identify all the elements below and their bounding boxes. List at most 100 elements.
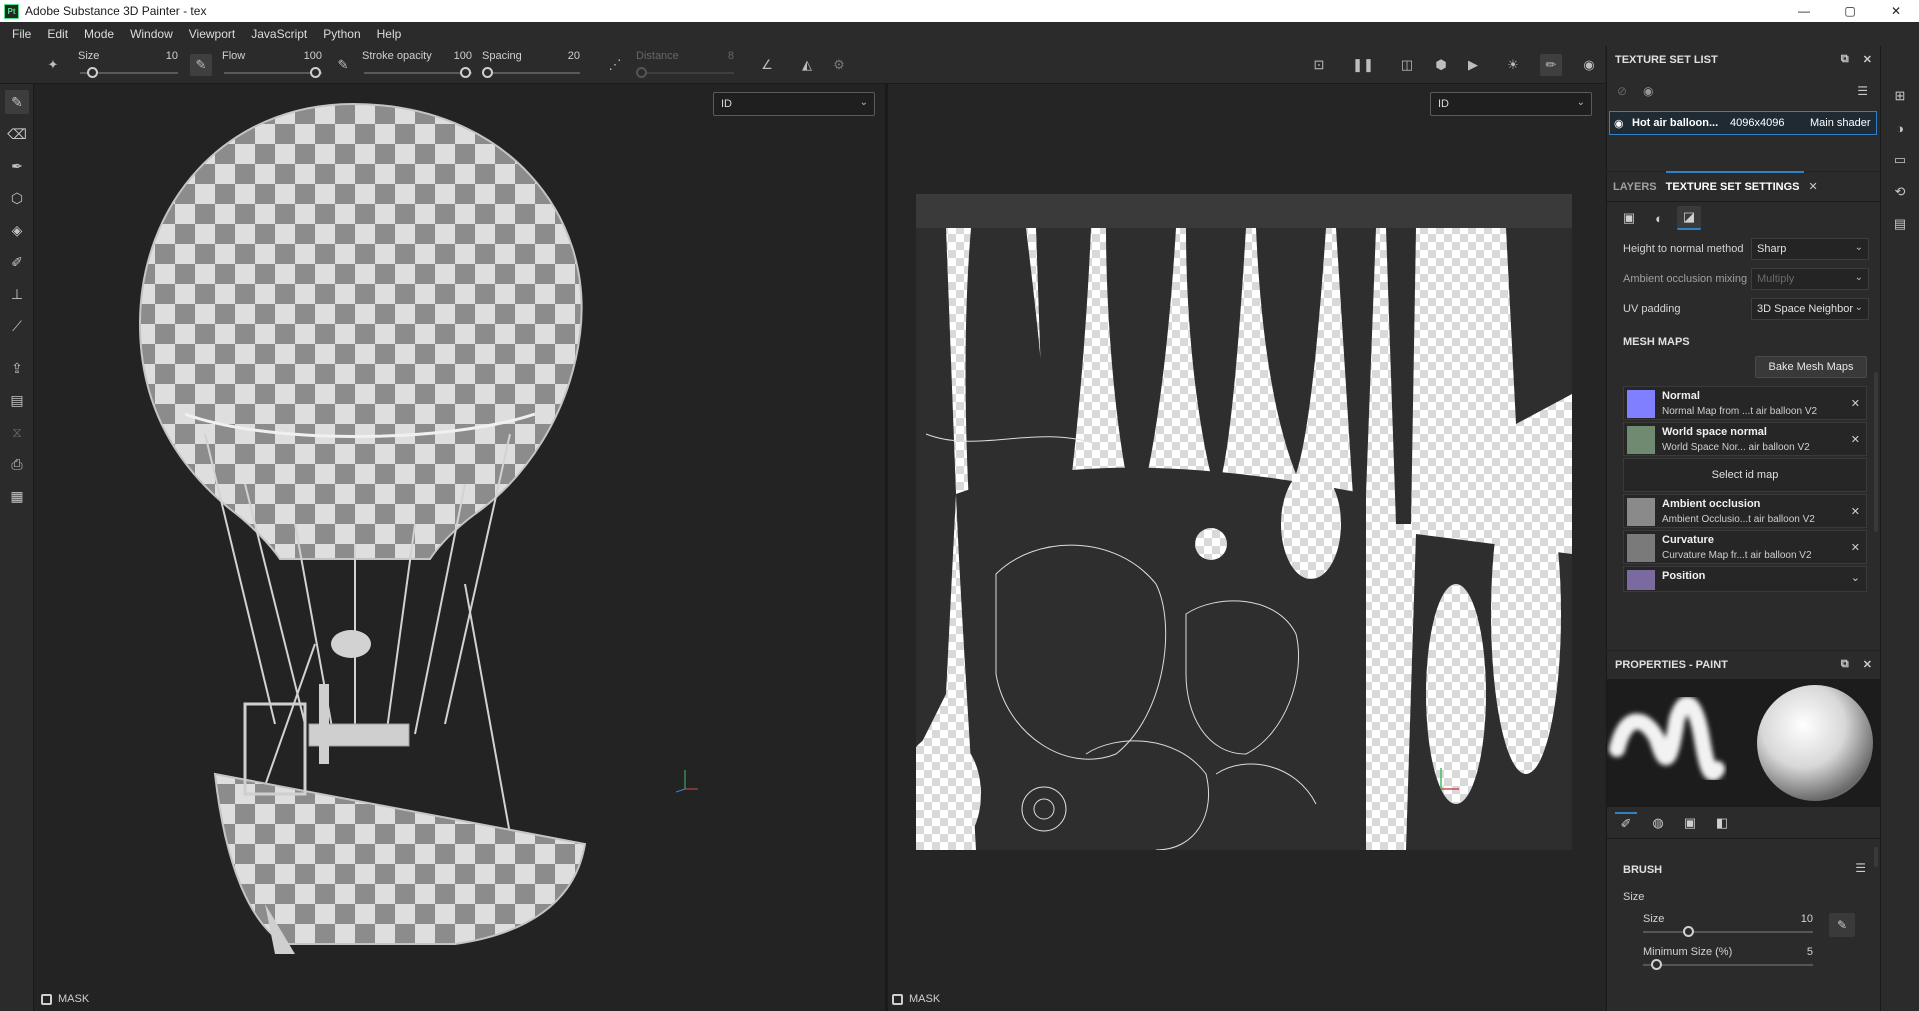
mask-checkbox-icon[interactable] bbox=[892, 993, 903, 1005]
uv-tool-icon[interactable]: ▤ bbox=[5, 388, 29, 412]
stamp-tool-icon[interactable]: ⊥ bbox=[5, 282, 29, 306]
close-panel-icon[interactable]: ✕ bbox=[1863, 658, 1872, 671]
menu-mode[interactable]: Mode bbox=[76, 27, 122, 41]
mask-checkbox-icon[interactable] bbox=[41, 993, 52, 1005]
paint-mode-icon[interactable]: ✏ bbox=[1540, 54, 1562, 76]
pause-icon[interactable]: ❚❚ bbox=[1352, 54, 1374, 76]
alpha-tab-icon[interactable]: ▣ bbox=[1679, 812, 1701, 834]
texture-set-menu-icon[interactable]: ☰ bbox=[1857, 84, 1868, 98]
screenshot-camera-icon[interactable]: ◉ bbox=[1578, 54, 1600, 76]
shelf-tool-icon[interactable]: ▦ bbox=[5, 484, 29, 508]
history-icon[interactable]: ⟲ bbox=[1890, 182, 1910, 202]
flow-knob[interactable] bbox=[310, 67, 321, 78]
balloon-model[interactable] bbox=[35, 84, 885, 1011]
tss-scrollbar[interactable] bbox=[1874, 372, 1878, 532]
viewport-2d-channel-select[interactable]: ID ⌄ bbox=[1430, 92, 1592, 116]
mesh-map-ambient-occlusion[interactable]: Ambient occlusion Ambient Occlusio...t a… bbox=[1623, 494, 1867, 528]
texture-set-visibility-icon[interactable]: ◉ bbox=[1614, 117, 1624, 130]
stroke-opacity-value[interactable]: 100 bbox=[454, 50, 472, 62]
remove-map-icon[interactable]: ✕ bbox=[1851, 505, 1860, 518]
color-picker-tool-icon[interactable]: ⟋ bbox=[5, 314, 29, 338]
remove-map-icon[interactable]: ✕ bbox=[1851, 397, 1860, 410]
visibility-icon[interactable]: ◉ bbox=[1643, 84, 1653, 98]
viewport-2d-mask-toggle[interactable]: MASK bbox=[892, 993, 940, 1005]
export-tool-icon[interactable]: ⎙ bbox=[5, 452, 29, 476]
shader-icon[interactable]: ◐ bbox=[1647, 206, 1671, 230]
menu-window[interactable]: Window bbox=[122, 27, 181, 41]
min-size-slider[interactable]: Minimum Size (%) 5 bbox=[1643, 946, 1813, 976]
texture-set-shader[interactable]: Main shader bbox=[1810, 117, 1871, 129]
symmetry-icon[interactable]: ◭ bbox=[796, 54, 818, 76]
viewport-3d[interactable]: ID ⌄ MASK bbox=[35, 84, 885, 1011]
spacing-slider[interactable]: Spacing 20 bbox=[482, 48, 580, 82]
menu-python[interactable]: Python bbox=[315, 27, 368, 41]
remove-map-icon[interactable]: ✕ bbox=[1851, 433, 1860, 446]
mesh-map-position[interactable]: Position ⌄ bbox=[1623, 566, 1867, 592]
stroke-opacity-slider[interactable]: Stroke opacity 100 bbox=[362, 48, 472, 82]
flow-value[interactable]: 100 bbox=[304, 50, 322, 62]
spacing-knob[interactable] bbox=[482, 67, 493, 78]
brush-options-icon[interactable]: ☰ bbox=[1855, 861, 1866, 875]
min-size-value[interactable]: 5 bbox=[1807, 946, 1813, 958]
mesh-maps-icon[interactable]: ◪ bbox=[1677, 206, 1701, 230]
display-settings-icon[interactable]: ◑ bbox=[1890, 118, 1910, 138]
min-size-knob[interactable] bbox=[1651, 959, 1662, 970]
stencil-tab-icon[interactable]: ◧ bbox=[1711, 812, 1733, 834]
camera-mode-icon[interactable]: ▶ bbox=[1462, 54, 1484, 76]
environment-icon[interactable]: ☀ bbox=[1502, 54, 1524, 76]
lazy-mouse-icon[interactable]: ⋰ bbox=[604, 54, 626, 76]
flow-pen-pressure-icon[interactable]: ✎ bbox=[332, 54, 354, 76]
menu-file[interactable]: File bbox=[4, 27, 39, 41]
menu-edit[interactable]: Edit bbox=[39, 27, 76, 41]
stroke-opacity-knob[interactable] bbox=[460, 67, 471, 78]
minimize-button[interactable]: — bbox=[1781, 0, 1827, 22]
texture-set-item[interactable]: ◉ Hot air balloon... 4096x4096 Main shad… bbox=[1609, 111, 1877, 135]
mesh-map-world-space-normal[interactable]: World space normal World Space Nor... ai… bbox=[1623, 422, 1867, 456]
clone-tool-icon[interactable]: ✐ bbox=[5, 250, 29, 274]
brush-size-slider[interactable]: Size 10 bbox=[1643, 913, 1813, 943]
mesh-map-normal[interactable]: Normal Normal Map from ...t air balloon … bbox=[1623, 386, 1867, 420]
eraser-tool-icon[interactable]: ⌫ bbox=[5, 122, 29, 146]
maximize-button[interactable]: ▢ bbox=[1827, 0, 1873, 22]
viewport-3d-mask-toggle[interactable]: MASK bbox=[41, 993, 89, 1005]
brush-size-knob[interactable] bbox=[1683, 926, 1694, 937]
brush-presets-icon[interactable]: ✦ bbox=[42, 54, 64, 76]
remove-map-icon[interactable]: ✕ bbox=[1851, 541, 1860, 554]
properties-scrollbar[interactable] bbox=[1874, 847, 1878, 867]
material-tab-icon[interactable]: ◍ bbox=[1647, 812, 1669, 834]
brush-tab-icon[interactable]: ✐ bbox=[1615, 811, 1637, 834]
mesh-map-curvature[interactable]: Curvature Curvature Map fr...t air ballo… bbox=[1623, 530, 1867, 564]
uv-padding-select[interactable]: 3D Space Neighbor ⌄ bbox=[1751, 298, 1869, 320]
close-panel-icon[interactable]: ✕ bbox=[1863, 53, 1872, 66]
polygon-fill-tool-icon[interactable]: ⬡ bbox=[5, 186, 29, 210]
flow-slider[interactable]: Flow 100 bbox=[222, 48, 322, 82]
height-to-normal-select[interactable]: Sharp ⌄ bbox=[1751, 238, 1869, 260]
spacing-value[interactable]: 20 bbox=[568, 50, 580, 62]
log-icon[interactable]: ▤ bbox=[1890, 214, 1910, 234]
uv-texture-map[interactable] bbox=[916, 194, 1572, 850]
bake-tool-icon[interactable]: ⇪ bbox=[5, 356, 29, 380]
projection-tool-icon[interactable]: ✒ bbox=[5, 154, 29, 178]
split-view-icon[interactable]: ◫ bbox=[1396, 54, 1418, 76]
angle-icon[interactable]: ∠ bbox=[756, 54, 778, 76]
size-pen-pressure-icon[interactable]: ✎ bbox=[190, 54, 212, 76]
channels-icon[interactable]: ▣ bbox=[1617, 206, 1641, 230]
hide-ui-icon[interactable]: ⊡ bbox=[1308, 54, 1330, 76]
brush-size-value[interactable]: 10 bbox=[1801, 913, 1813, 925]
texture-set-list-icon[interactable]: ⊞ bbox=[1890, 86, 1910, 106]
size-value[interactable]: 10 bbox=[166, 50, 178, 62]
size-slider[interactable]: Size 10 bbox=[78, 48, 178, 82]
undock-icon[interactable]: ⧉ bbox=[1841, 53, 1849, 66]
shelf-icon[interactable]: ▭ bbox=[1890, 150, 1910, 170]
close-tab-icon[interactable]: ✕ bbox=[1808, 180, 1817, 201]
menu-viewport[interactable]: Viewport bbox=[181, 27, 243, 41]
paint-brush-tool-icon[interactable]: ✎ bbox=[5, 90, 29, 114]
display-mode-icon[interactable]: ⬢ bbox=[1430, 54, 1452, 76]
menu-help[interactable]: Help bbox=[369, 27, 410, 41]
bake-mesh-maps-button[interactable]: Bake Mesh Maps bbox=[1755, 356, 1867, 378]
size-knob[interactable] bbox=[87, 67, 98, 78]
hide-texture-sets-icon[interactable]: ⊘ bbox=[1617, 84, 1627, 98]
close-button[interactable]: ✕ bbox=[1873, 0, 1919, 22]
chevron-down-icon[interactable]: ⌄ bbox=[1851, 571, 1860, 584]
undock-icon[interactable]: ⧉ bbox=[1841, 658, 1849, 671]
